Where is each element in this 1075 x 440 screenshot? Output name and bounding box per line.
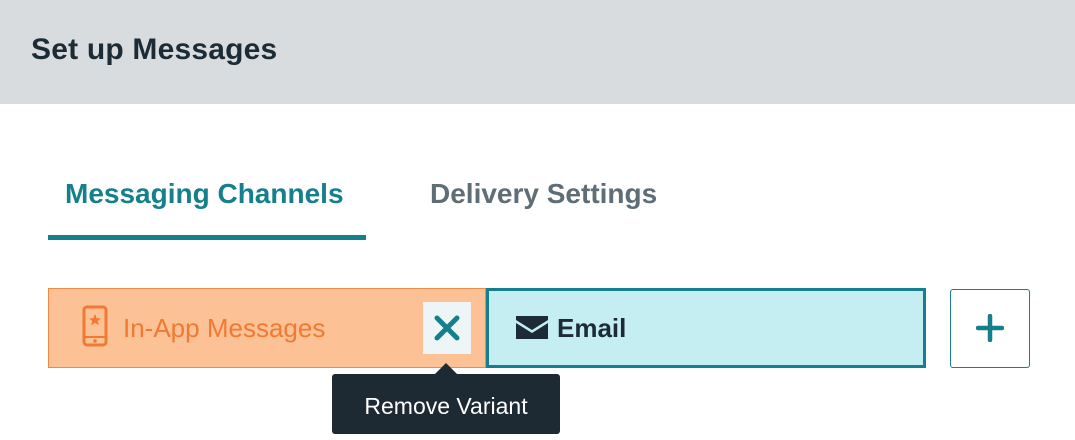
tab-label: Delivery Settings [430, 178, 658, 209]
variant-email[interactable]: Email [486, 288, 926, 368]
tooltip-text: Remove Variant [364, 393, 528, 419]
variant-label: Email [557, 313, 627, 343]
tooltip-arrow [435, 363, 457, 374]
remove-variant-tooltip: Remove Variant [332, 363, 560, 434]
mobile-phone-star-icon [82, 305, 108, 347]
tab-messaging-channels[interactable]: Messaging Channels [48, 166, 366, 240]
plus-icon [976, 314, 1004, 342]
close-icon [434, 315, 460, 341]
add-variant-button[interactable] [950, 289, 1030, 368]
page: Set up Messages Messaging Channels Deliv… [0, 0, 1075, 440]
variant-label: In-App Messages [123, 313, 326, 343]
active-tab-indicator [48, 235, 366, 240]
page-header: Set up Messages [0, 0, 1075, 104]
tab-delivery-settings[interactable]: Delivery Settings [413, 166, 713, 240]
variant-in-app-messages[interactable]: In-App Messages [48, 288, 486, 368]
page-title: Set up Messages [31, 33, 278, 66]
envelope-icon [516, 316, 548, 339]
remove-variant-button[interactable] [423, 302, 471, 354]
tab-label: Messaging Channels [65, 178, 344, 209]
variant-tabs: In-App Messages Email [48, 288, 926, 368]
